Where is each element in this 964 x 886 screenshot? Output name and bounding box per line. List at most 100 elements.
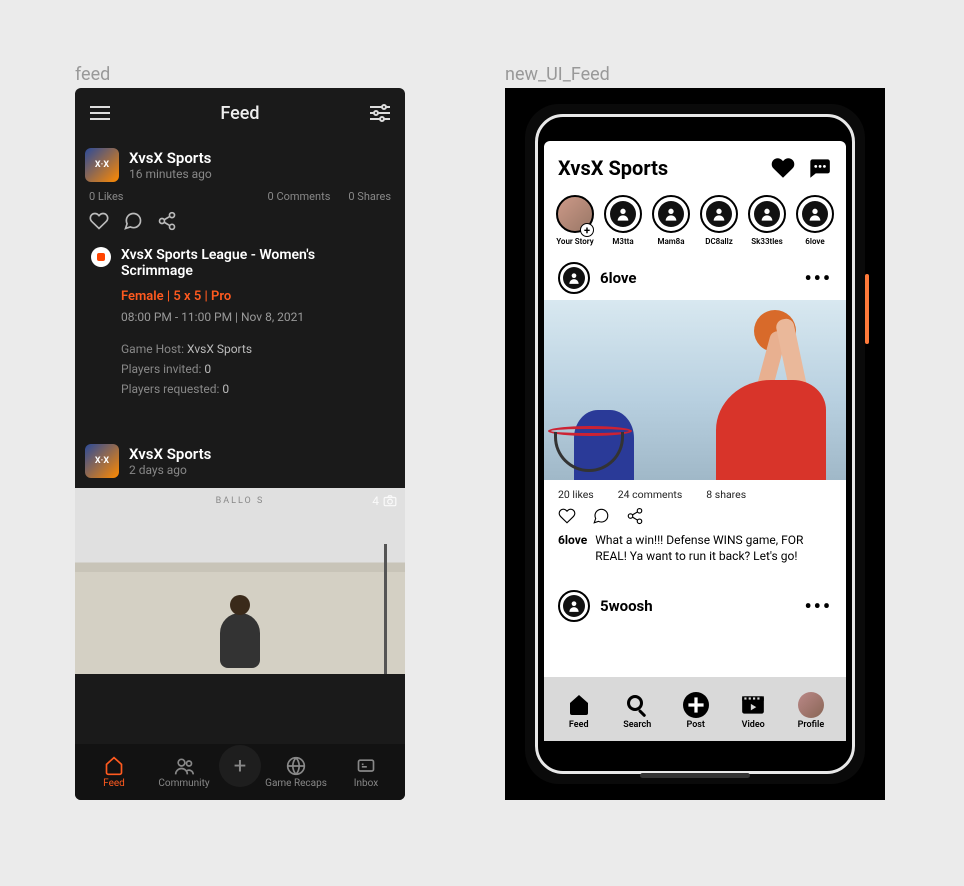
story-label: M3tta [612, 237, 633, 246]
people-icon [174, 756, 194, 776]
event-time: 08:00 PM - 11:00 PM | Nov 8, 2021 [121, 310, 389, 324]
person-icon [563, 595, 585, 617]
frame-label-right: new_UI_Feed [505, 64, 610, 85]
more-options-icon[interactable]: ••• [804, 266, 832, 290]
post-actions [544, 503, 846, 531]
post-username[interactable]: 5woosh [600, 597, 653, 615]
story-item[interactable]: Mam8a [652, 195, 690, 246]
caption-text: What a win!!! Defense WINS game, FOR REA… [595, 533, 832, 564]
photo-count-badge: 4 [372, 494, 397, 508]
plus-icon: + [580, 223, 594, 237]
post-photo[interactable]: BALLO S 4 [75, 488, 405, 674]
post-username[interactable]: 6love [600, 269, 637, 287]
frame-label-left: feed [75, 64, 110, 85]
players-requested: Players requested: 0 [121, 382, 389, 396]
new-ui-frame: XvsX Sports + Your Story [505, 88, 885, 800]
more-options-icon[interactable]: ••• [804, 594, 832, 618]
post-header[interactable]: X·X XvsX Sports 16 minutes ago [85, 148, 395, 182]
shares-count[interactable]: 8 shares [706, 488, 746, 501]
tab-feed[interactable]: Feed [566, 692, 592, 730]
shares-count: 0 Shares [348, 190, 391, 203]
feed-screen-dark: Feed X·X XvsX Sports 16 minutes ago 0 Li… [75, 88, 405, 800]
share-icon[interactable] [626, 507, 644, 525]
comment-icon[interactable] [123, 211, 143, 231]
tab-feed[interactable]: Feed [79, 756, 149, 789]
comment-icon[interactable] [592, 507, 610, 525]
avatar[interactable]: X·X [85, 148, 119, 182]
hamburger-menu-icon[interactable] [89, 102, 111, 124]
person-icon [802, 201, 828, 227]
tab-search[interactable]: Search [623, 692, 651, 730]
tab-profile[interactable]: Profile [798, 692, 825, 730]
event-block[interactable]: XvsX Sports League - Women's Scrimmage F… [85, 239, 395, 404]
person-icon [658, 201, 684, 227]
comments-count: 0 Comments [268, 190, 331, 203]
profile-avatar-icon [798, 692, 824, 718]
post-header: 6love ••• [544, 256, 846, 300]
page-title: Feed [220, 103, 259, 124]
story-item[interactable]: DC8allz [700, 195, 738, 246]
plus-circle-icon [683, 692, 709, 718]
search-icon [624, 692, 650, 718]
story-label: DC8allz [705, 237, 733, 246]
post-stats: 20 likes 24 comments 8 shares [544, 480, 846, 503]
post-actions [85, 207, 395, 239]
avatar[interactable]: X·X [85, 444, 119, 478]
avatar[interactable] [558, 590, 590, 622]
players-invited: Players invited: 0 [121, 362, 389, 376]
likes-count[interactable]: 20 likes [558, 488, 594, 501]
heart-icon[interactable] [770, 155, 796, 181]
person-icon [754, 201, 780, 227]
story-item[interactable]: 6love [796, 195, 834, 246]
person-icon [563, 267, 585, 289]
story-label: Sk33tles [751, 237, 782, 246]
your-story[interactable]: + Your Story [556, 195, 594, 246]
basketball-icon [286, 756, 306, 776]
person-icon [610, 201, 636, 227]
post-header: 5woosh ••• [544, 576, 846, 628]
caption-username[interactable]: 6love [558, 533, 587, 564]
tab-inbox[interactable]: Inbox [331, 756, 401, 789]
photo-watermark: BALLO S [216, 496, 265, 506]
tab-game-recaps[interactable]: Game Recaps [261, 756, 331, 789]
post-card: X·X XvsX Sports 2 days ago [75, 434, 405, 478]
header-bar: XvsX Sports [544, 141, 846, 187]
filter-sliders-icon[interactable] [369, 102, 391, 124]
chat-icon[interactable] [806, 155, 832, 181]
post-card: X·X XvsX Sports 16 minutes ago 0 Likes 0… [75, 138, 405, 404]
post-age: 2 days ago [129, 463, 211, 477]
author-name[interactable]: XvsX Sports [129, 445, 211, 463]
comments-count[interactable]: 24 comments [618, 488, 683, 501]
home-icon [104, 756, 124, 776]
device-home-bar [640, 773, 750, 778]
story-item[interactable]: M3tta [604, 195, 642, 246]
post-header[interactable]: X·X XvsX Sports 2 days ago [85, 444, 395, 478]
post-caption: 6love What a win!!! Defense WINS game, F… [544, 531, 846, 576]
bottom-nav: Feed Search Post Video [544, 677, 846, 741]
plus-icon: + [234, 754, 246, 779]
likes-count: 0 Likes [89, 190, 124, 203]
heart-icon[interactable] [89, 211, 109, 231]
header-bar: Feed [75, 88, 405, 138]
share-icon[interactable] [157, 211, 177, 231]
feed-screen-light: XvsX Sports + Your Story [544, 141, 846, 741]
post-photo[interactable] [544, 300, 846, 480]
story-label: Your Story [556, 237, 593, 246]
device-frame: XvsX Sports + Your Story [525, 104, 865, 784]
author-name[interactable]: XvsX Sports [129, 149, 212, 167]
bottom-nav: Feed Community + Game Recaps Inbox [75, 744, 405, 800]
avatar[interactable] [558, 262, 590, 294]
camera-icon [383, 495, 397, 507]
story-label: 6love [805, 237, 824, 246]
stories-row[interactable]: + Your Story M3tta Mam8a [544, 187, 846, 256]
tab-community[interactable]: Community [149, 756, 219, 789]
story-item[interactable]: Sk33tles [748, 195, 786, 246]
tab-post[interactable]: Post [683, 692, 709, 730]
story-label: Mam8a [657, 237, 684, 246]
add-post-button[interactable]: + [219, 745, 261, 787]
event-title: XvsX Sports League - Women's Scrimmage [121, 247, 389, 279]
person-icon [706, 201, 732, 227]
event-host: Game Host: XvsX Sports [121, 342, 389, 356]
heart-outline-icon[interactable] [558, 507, 576, 525]
tab-video[interactable]: Video [740, 692, 766, 730]
